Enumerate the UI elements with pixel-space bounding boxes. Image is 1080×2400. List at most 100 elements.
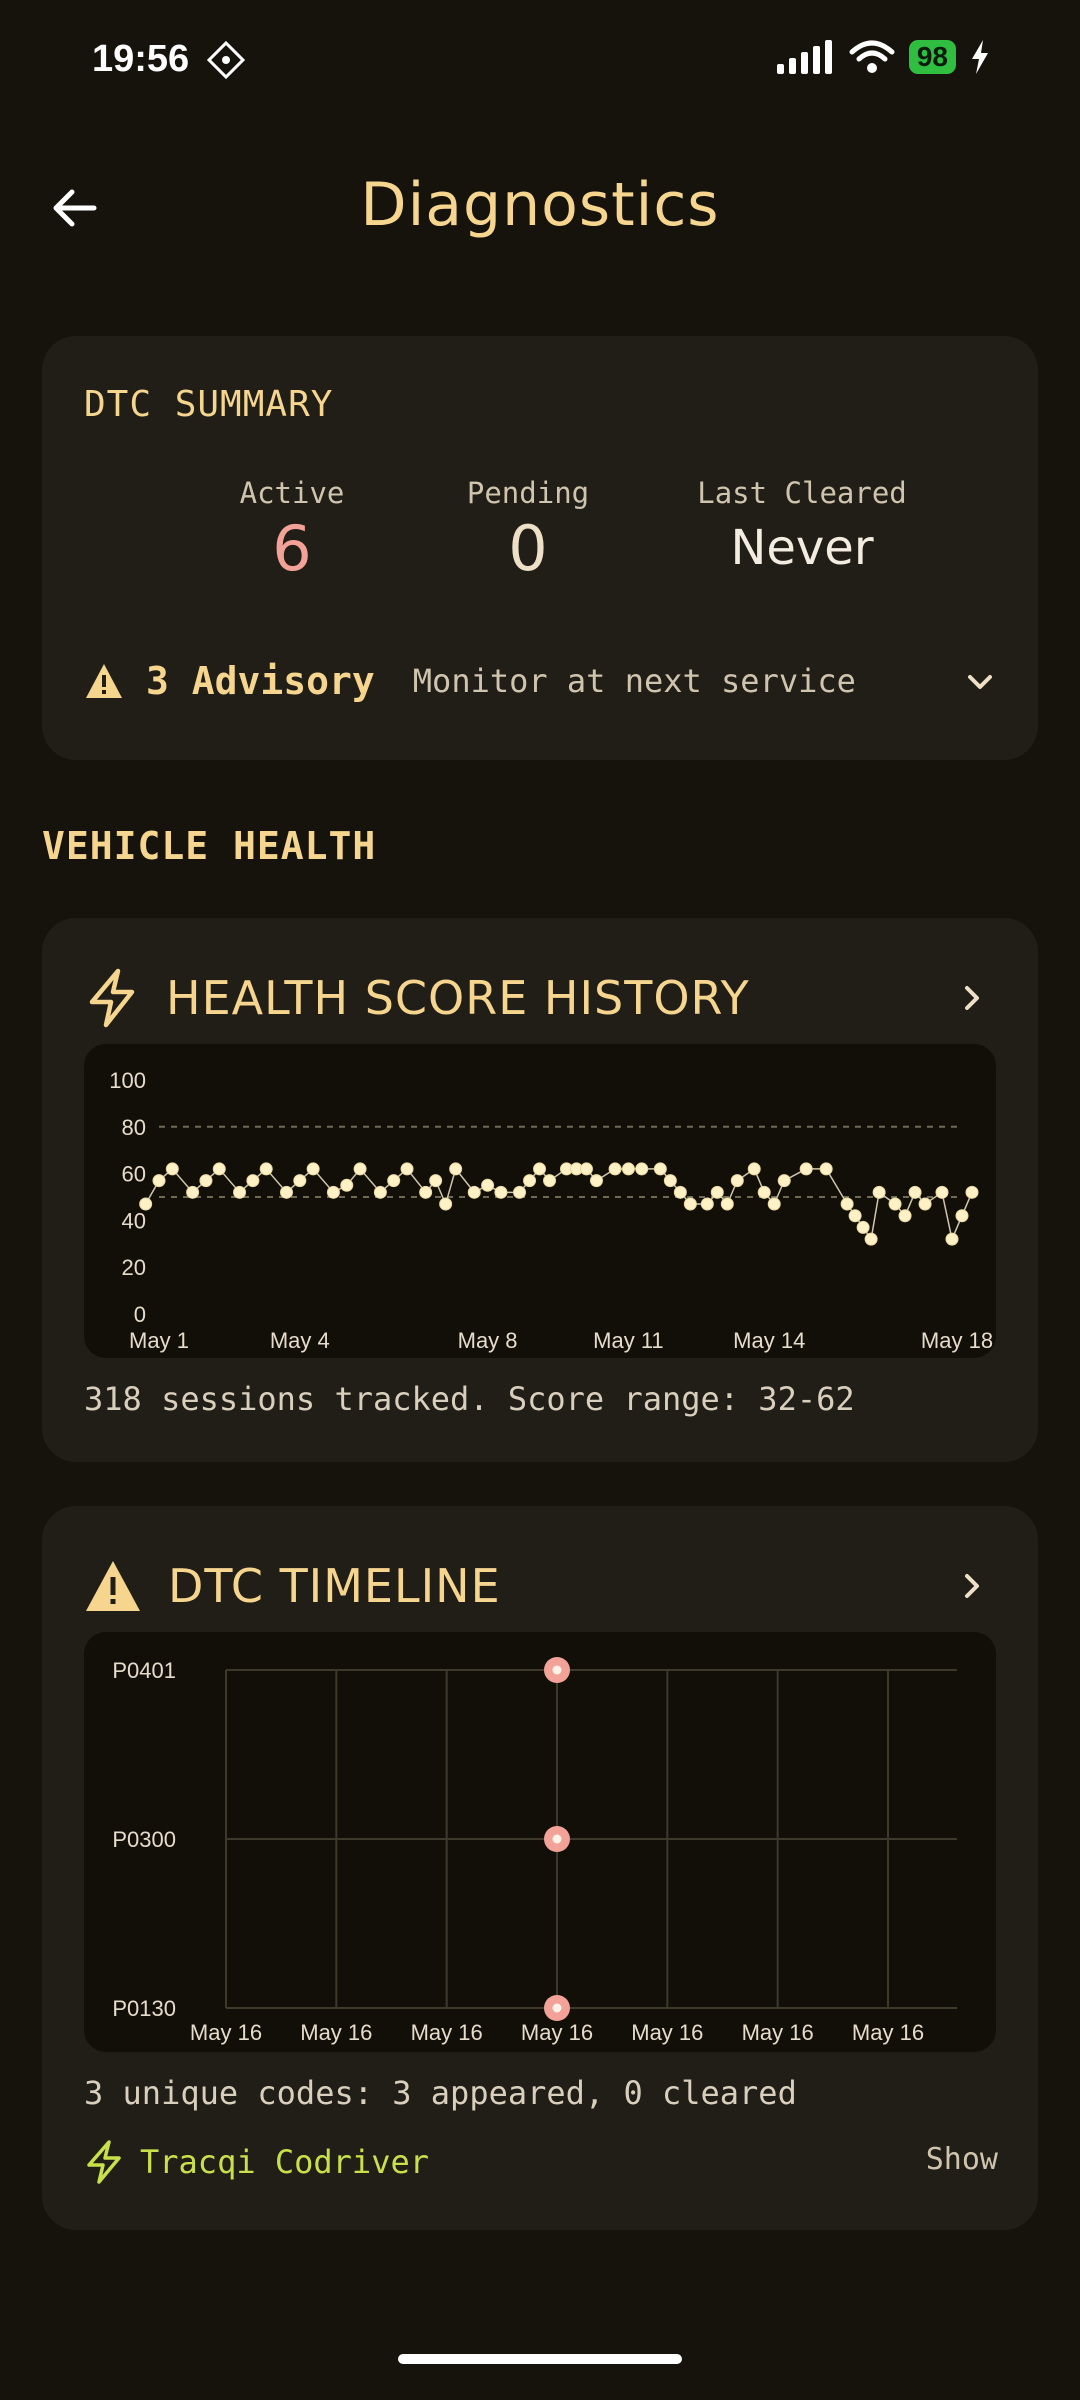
data-point bbox=[429, 1174, 443, 1188]
last-cleared-stat: Last Cleared Never bbox=[652, 476, 952, 572]
active-stat: Active 6 bbox=[192, 476, 392, 580]
data-point bbox=[955, 1209, 969, 1223]
x-tick-label: May 1 bbox=[129, 1328, 189, 1353]
data-point bbox=[898, 1209, 912, 1223]
battery-icon: 98 bbox=[908, 40, 956, 74]
pending-label: Pending bbox=[466, 476, 590, 510]
home-indicator[interactable] bbox=[398, 2354, 682, 2364]
data-point bbox=[340, 1178, 354, 1192]
data-point bbox=[494, 1185, 508, 1199]
data-point bbox=[212, 1162, 226, 1176]
dtc-timeline-plot: P0130 P0300 P0401 May 16 May 16 May 16 May 16 M… bbox=[112, 1657, 957, 2045]
dtc-event-point-center bbox=[552, 1665, 562, 1675]
data-point bbox=[589, 1174, 603, 1188]
y-category-label: P0300 bbox=[112, 1827, 176, 1852]
dtc-summary-title: DTC SUMMARY bbox=[84, 384, 334, 425]
health-score-header[interactable]: HEALTH SCORE HISTORY bbox=[84, 962, 1004, 1034]
data-point bbox=[872, 1185, 886, 1199]
data-point bbox=[306, 1162, 320, 1176]
data-point bbox=[635, 1162, 649, 1176]
y-tick-label: 60 bbox=[122, 1162, 146, 1187]
data-point bbox=[935, 1185, 949, 1199]
last-cleared-value: Never bbox=[730, 520, 874, 576]
x-tick-label: May 16 bbox=[411, 2020, 483, 2045]
data-point bbox=[533, 1162, 547, 1176]
page-title: Diagnostics bbox=[360, 170, 720, 240]
advisory-row[interactable]: 3 Advisory Monitor at next service bbox=[84, 656, 1004, 706]
x-tick-label: May 16 bbox=[852, 2020, 924, 2045]
lightning-icon bbox=[89, 968, 135, 1028]
active-label: Active bbox=[239, 476, 345, 510]
cellular-signal-icon bbox=[776, 40, 832, 74]
top-app-bar: Diagnostics bbox=[0, 150, 1080, 260]
pending-value: 0 bbox=[508, 512, 548, 585]
y-tick-label: 0 bbox=[134, 1302, 146, 1327]
data-point bbox=[481, 1178, 495, 1192]
x-tick-label: May 16 bbox=[631, 2020, 703, 2045]
chevron-right-icon[interactable] bbox=[952, 1566, 992, 1606]
status-icons: 98 bbox=[776, 40, 990, 74]
status-bar: 19:56 98 bbox=[0, 0, 1080, 120]
data-point bbox=[757, 1185, 771, 1199]
warning-icon bbox=[86, 664, 122, 698]
x-tick-label: May 4 bbox=[270, 1328, 330, 1353]
data-point bbox=[730, 1174, 744, 1188]
data-point bbox=[353, 1162, 367, 1176]
x-tick-label: May 11 bbox=[593, 1328, 664, 1353]
codriver-label: Tracqi Codriver bbox=[140, 2143, 429, 2181]
data-point bbox=[777, 1174, 791, 1188]
data-point bbox=[799, 1162, 813, 1176]
advisory-description: Monitor at next service bbox=[412, 662, 856, 700]
data-point bbox=[720, 1197, 734, 1211]
data-point bbox=[621, 1162, 635, 1176]
show-button[interactable]: Show bbox=[926, 2142, 998, 2177]
data-point bbox=[165, 1162, 179, 1176]
data-point bbox=[152, 1174, 166, 1188]
chevron-down-icon[interactable] bbox=[960, 662, 1000, 702]
dtc-timeline-caption: 3 unique codes: 3 appeared, 0 cleared bbox=[84, 2074, 797, 2112]
data-point bbox=[419, 1185, 433, 1199]
data-point bbox=[673, 1185, 687, 1199]
dtc-timeline-card[interactable]: DTC TIMELINE P0130 P0300 P0401 May 16 May 16… bbox=[42, 1506, 1038, 2230]
data-point bbox=[199, 1174, 213, 1188]
dtc-timeline-title: DTC TIMELINE bbox=[168, 1559, 501, 1613]
data-point bbox=[945, 1232, 959, 1246]
charging-bolt-icon bbox=[972, 40, 988, 74]
data-point bbox=[819, 1162, 833, 1176]
data-point bbox=[326, 1185, 340, 1199]
dtc-timeline-chart: P0130 P0300 P0401 May 16 May 16 May 16 May 16 M… bbox=[84, 1632, 996, 2052]
x-tick-label: May 16 bbox=[190, 2020, 262, 2045]
data-point bbox=[543, 1174, 557, 1188]
data-point bbox=[400, 1162, 414, 1176]
data-point bbox=[233, 1185, 247, 1199]
data-point bbox=[840, 1197, 854, 1211]
app-notification-icon bbox=[206, 40, 246, 80]
wifi-icon bbox=[849, 40, 895, 73]
data-point bbox=[888, 1197, 902, 1211]
x-tick-label: May 14 bbox=[733, 1328, 805, 1353]
dtc-timeline-header[interactable]: DTC TIMELINE bbox=[84, 1550, 1004, 1622]
data-point bbox=[767, 1197, 781, 1211]
health-score-card[interactable]: HEALTH SCORE HISTORY 0 20 40 60 80 100 May 1 Ma… bbox=[42, 918, 1038, 1462]
dtc-event-point-center bbox=[552, 2003, 562, 2013]
data-point bbox=[259, 1162, 273, 1176]
data-point bbox=[139, 1197, 153, 1211]
y-tick-label: 40 bbox=[122, 1208, 146, 1233]
data-point bbox=[710, 1185, 724, 1199]
y-category-label: P0401 bbox=[112, 1658, 176, 1683]
data-point bbox=[747, 1162, 761, 1176]
data-point bbox=[848, 1209, 862, 1223]
data-point bbox=[864, 1232, 878, 1246]
codriver-row[interactable]: Tracqi Codriver Show bbox=[84, 2134, 998, 2190]
data-point bbox=[918, 1197, 932, 1211]
y-category-label: P0130 bbox=[112, 1996, 176, 2021]
data-point bbox=[246, 1174, 260, 1188]
data-point bbox=[186, 1185, 200, 1199]
data-point bbox=[449, 1162, 463, 1176]
x-tick-label: May 8 bbox=[458, 1328, 518, 1353]
chevron-right-icon[interactable] bbox=[952, 978, 992, 1018]
data-point bbox=[373, 1185, 387, 1199]
data-point bbox=[608, 1162, 622, 1176]
data-point bbox=[663, 1174, 677, 1188]
data-point bbox=[513, 1185, 527, 1199]
